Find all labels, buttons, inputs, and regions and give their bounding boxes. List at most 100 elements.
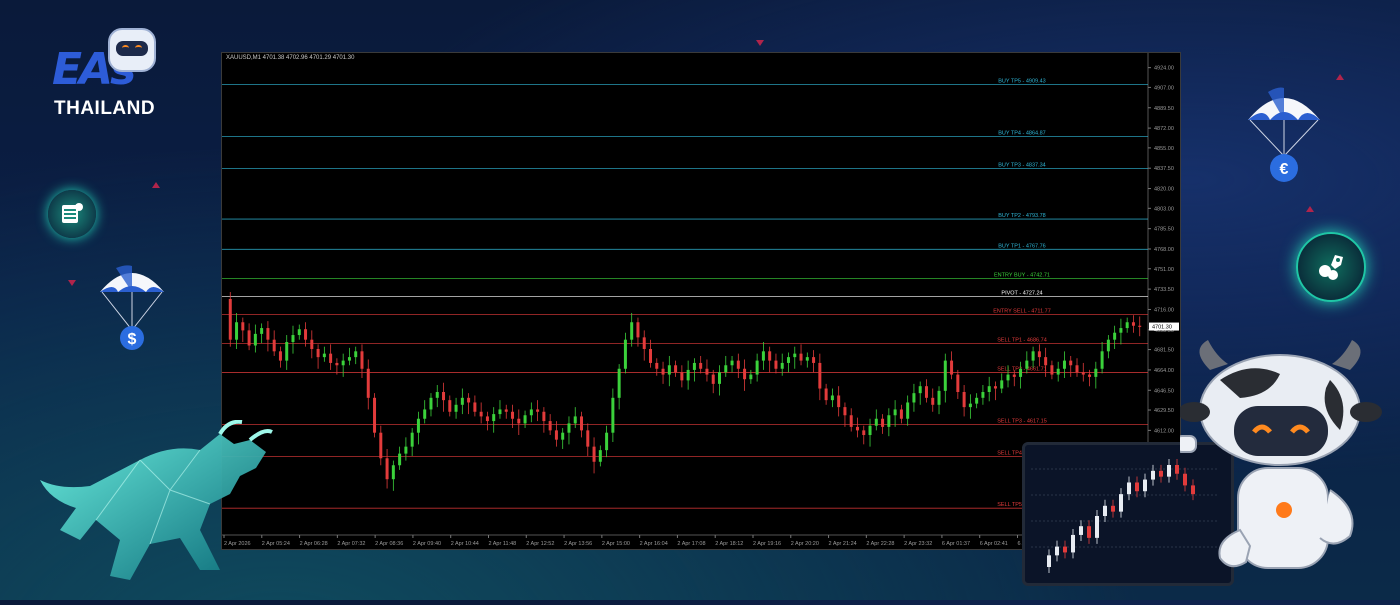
- candle-body: [749, 374, 753, 380]
- candle-body: [410, 432, 414, 447]
- candle-body: [460, 397, 464, 405]
- mini-candle-body: [1079, 526, 1083, 535]
- candle-body: [548, 421, 552, 431]
- mini-candle-body: [1111, 505, 1115, 512]
- level-label: ENTRY SELL - 4711.77: [993, 308, 1051, 314]
- candle-body: [561, 432, 565, 440]
- price-tick-label: 4629.50: [1154, 408, 1174, 414]
- candle-body: [322, 353, 326, 358]
- candle-body: [818, 362, 822, 389]
- candle-body: [391, 465, 395, 480]
- candle-body: [943, 360, 947, 391]
- candle-body: [1000, 380, 1004, 389]
- candle-body: [586, 430, 590, 447]
- time-tick-label: 2 Apr 16:04: [640, 541, 668, 547]
- mini-candle-body: [1063, 546, 1067, 553]
- current-price-label: 4701.30: [1152, 325, 1172, 331]
- price-tick-label: 4803.00: [1154, 206, 1174, 212]
- candle-body: [736, 360, 740, 369]
- candle-body: [617, 368, 621, 398]
- time-tick-label: 2 Apr 13:56: [564, 541, 592, 547]
- candle-body: [743, 368, 747, 380]
- time-tick-label: 2 Apr 10:44: [451, 541, 479, 547]
- candle-body: [824, 388, 828, 401]
- mini-candle-body: [1087, 526, 1091, 538]
- candle-body: [699, 362, 703, 369]
- candle-body: [542, 411, 546, 422]
- price-tick-label: 4924.00: [1154, 66, 1174, 72]
- candle-body: [868, 425, 872, 436]
- candle-body: [241, 322, 245, 331]
- time-tick-label: 2 Apr 09:40: [413, 541, 441, 547]
- candle-body: [291, 335, 295, 343]
- decor-triangle: [68, 280, 76, 286]
- candle-body: [492, 414, 496, 422]
- price-tick-label: 4907.00: [1154, 85, 1174, 91]
- candle-body: [278, 351, 282, 361]
- candle-body: [416, 418, 420, 433]
- candle-body: [523, 415, 527, 424]
- decor-triangle: [1306, 206, 1314, 212]
- time-tick-label: 2 Apr 08:36: [375, 541, 403, 547]
- candle-body: [630, 322, 634, 340]
- price-tick-label: 4855.00: [1154, 146, 1174, 152]
- dollar-parachute-icon: $: [96, 262, 168, 354]
- svg-text:€: €: [1280, 161, 1289, 178]
- candle-body: [485, 416, 489, 422]
- candle-body: [924, 386, 928, 398]
- level-label: PIVOT - 4727.24: [1001, 290, 1042, 296]
- candle-body: [1069, 360, 1073, 366]
- candle-body: [993, 386, 997, 389]
- candle-body: [1081, 372, 1085, 375]
- candle-body: [529, 409, 533, 416]
- candle-body: [956, 374, 960, 393]
- candle-body: [580, 416, 584, 431]
- candle-body: [598, 450, 602, 462]
- level-label: BUY TP1 - 4767.76: [998, 243, 1046, 249]
- candle-body: [435, 392, 439, 398]
- candle-body: [354, 351, 358, 358]
- candle-body: [717, 372, 721, 384]
- candle-body: [906, 402, 910, 419]
- candle-body: [316, 348, 320, 358]
- mini-candle-body: [1095, 516, 1099, 538]
- candle-body: [812, 357, 816, 363]
- level-label: BUY TP2 - 4793.78: [998, 213, 1046, 219]
- candle-body: [1062, 360, 1066, 369]
- candle-body: [1094, 368, 1098, 377]
- candle-body: [768, 351, 772, 361]
- candle-body: [366, 368, 370, 398]
- price-tick-label: 4716.00: [1154, 307, 1174, 313]
- candle-body: [849, 415, 853, 427]
- candle-body: [912, 393, 916, 403]
- level-label: SELL TP1 - 4686.74: [997, 337, 1047, 343]
- candle-body: [1138, 325, 1142, 327]
- candle-body: [1113, 332, 1117, 340]
- time-tick-label: 2 Apr 12:52: [526, 541, 554, 547]
- candle-body: [793, 353, 797, 358]
- spreadsheet-icon: [48, 190, 96, 238]
- candle-body: [899, 409, 903, 419]
- candle-body: [730, 360, 734, 366]
- level-label: BUY TP3 - 4837.34: [998, 162, 1046, 168]
- candle-body: [893, 409, 897, 416]
- candle-body: [310, 339, 314, 349]
- time-tick-label: 2 Apr 06:28: [300, 541, 328, 547]
- candle-body: [536, 409, 540, 412]
- candle-body: [517, 418, 521, 424]
- candle-body: [442, 392, 446, 401]
- time-tick-label: 2 Apr 23:32: [904, 541, 932, 547]
- candle-body: [567, 423, 571, 433]
- time-tick-label: 6 Apr 01:37: [942, 541, 970, 547]
- candle-body: [373, 397, 377, 433]
- candle-body: [467, 397, 471, 403]
- candle-body: [272, 339, 276, 352]
- mini-candle-body: [1047, 555, 1051, 567]
- mini-candle-body: [1103, 505, 1107, 516]
- candle-body: [874, 418, 878, 426]
- candle-body: [404, 446, 408, 454]
- candle-body: [636, 322, 640, 338]
- time-tick-label: 2 Apr 11:48: [488, 541, 516, 547]
- candle-body: [975, 397, 979, 404]
- candle-body: [1088, 374, 1092, 377]
